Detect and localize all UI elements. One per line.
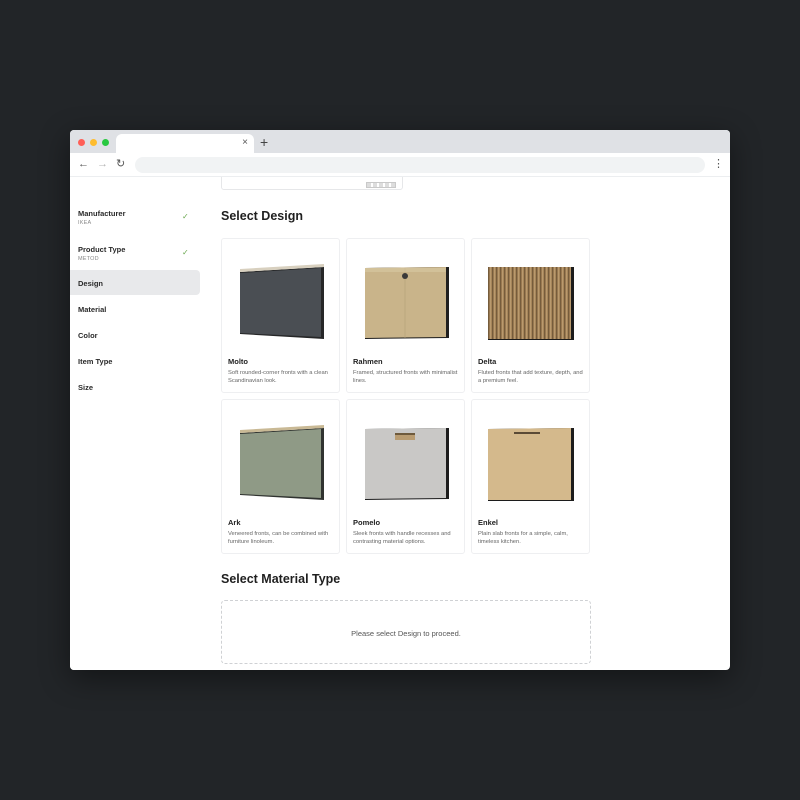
design-section-title: Select Design	[221, 209, 303, 223]
main-content: Select Design Molto Soft rounded-corner …	[210, 177, 730, 670]
rahmen-front-image	[365, 267, 449, 339]
check-icon: ✓	[182, 248, 189, 257]
design-name: Ark	[228, 518, 241, 527]
sidebar-item-value: IKEA	[78, 220, 92, 226]
maximize-window-button[interactable]	[102, 139, 109, 146]
previous-selection-card	[221, 177, 403, 190]
thumbnail-strip	[366, 182, 396, 188]
design-name: Delta	[478, 357, 497, 366]
pomelo-front-image	[365, 428, 449, 500]
front-face	[240, 429, 321, 498]
close-window-button[interactable]	[78, 139, 85, 146]
address-bar[interactable]	[135, 157, 705, 173]
design-description: Veneered fronts, can be combined with fu…	[228, 531, 329, 545]
sidebar-item-design[interactable]: Design	[70, 270, 200, 295]
sidebar-item-material[interactable]: Material	[70, 296, 200, 321]
design-card-ark[interactable]: Ark Veneered fronts, can be combined wit…	[221, 399, 340, 554]
check-icon: ✓	[182, 212, 189, 221]
design-description: Sleek fronts with handle recesses and co…	[353, 531, 451, 545]
sidebar-item-item-type[interactable]: Item Type	[70, 348, 200, 373]
design-description: Soft rounded-corner fronts with a clean …	[228, 370, 328, 384]
design-card-delta[interactable]: Delta Fluted fronts that add texture, de…	[471, 238, 590, 393]
molto-front-image	[240, 264, 324, 339]
material-notice-text: Please select Design to proceed.	[351, 629, 461, 638]
sidebar-item-label: Design	[78, 279, 104, 288]
sidebar-item-manufacturer[interactable]: Manufacturer IKEA ✓	[70, 203, 200, 233]
design-description: Plain slab fronts for a simple, calm, ti…	[478, 531, 568, 545]
sidebar-item-value: METOD	[78, 256, 99, 262]
design-name: Molto	[228, 357, 248, 366]
design-description: Fluted fronts that add texture, depth, a…	[478, 370, 583, 384]
material-section-title: Select Material Type	[221, 572, 341, 586]
ark-front-image	[240, 425, 324, 500]
sidebar-item-label: Color	[78, 331, 98, 340]
design-description: Framed, structured fronts with minimalis…	[353, 370, 458, 384]
front-face	[240, 268, 321, 337]
design-card-molto[interactable]: Molto Soft rounded-corner fronts with a …	[221, 238, 340, 393]
design-card-pomelo[interactable]: Pomelo Sleek fronts with handle recesses…	[346, 399, 465, 554]
browser-menu-icon[interactable]: ⋮	[713, 158, 724, 170]
steps-sidebar: Manufacturer IKEA ✓ Product Type METOD ✓…	[70, 177, 210, 670]
sidebar-item-size[interactable]: Size	[70, 374, 200, 399]
forward-arrow-icon[interactable]: →	[97, 157, 108, 171]
design-name: Enkel	[478, 518, 499, 527]
enkel-front-image	[488, 428, 574, 501]
delta-front-image	[488, 267, 574, 340]
sidebar-item-product-type[interactable]: Product Type METOD ✓	[70, 239, 200, 269]
material-placeholder-box: Please select Design to proceed.	[221, 600, 591, 664]
reload-icon[interactable]: ↻	[116, 157, 125, 171]
tab-bar: × +	[70, 130, 730, 153]
design-name: Rahmen	[353, 357, 383, 366]
sidebar-item-label: Manufacturer	[78, 209, 126, 218]
browser-toolbar: ← → ↻ ⋮	[70, 153, 730, 177]
new-tab-button[interactable]: +	[260, 134, 268, 150]
design-card-enkel[interactable]: Enkel Plain slab fronts for a simple, ca…	[471, 399, 590, 554]
minimize-window-button[interactable]	[90, 139, 97, 146]
close-icon[interactable]: ×	[242, 137, 248, 149]
sidebar-item-label: Size	[78, 383, 94, 392]
design-card-rahmen[interactable]: Rahmen Framed, structured fronts with mi…	[346, 238, 465, 393]
sidebar-item-label: Product Type	[78, 245, 126, 254]
browser-tab[interactable]: ×	[116, 134, 254, 153]
back-arrow-icon[interactable]: ←	[78, 157, 89, 171]
front-face	[488, 428, 571, 500]
sidebar-item-color[interactable]: Color	[70, 322, 200, 347]
browser-window: × + ← → ↻ ⋮ Manufacturer IKEA ✓ Product …	[70, 130, 730, 670]
sidebar-item-label: Item Type	[78, 357, 113, 366]
design-name: Pomelo	[353, 518, 381, 527]
sidebar-item-label: Material	[78, 305, 107, 314]
